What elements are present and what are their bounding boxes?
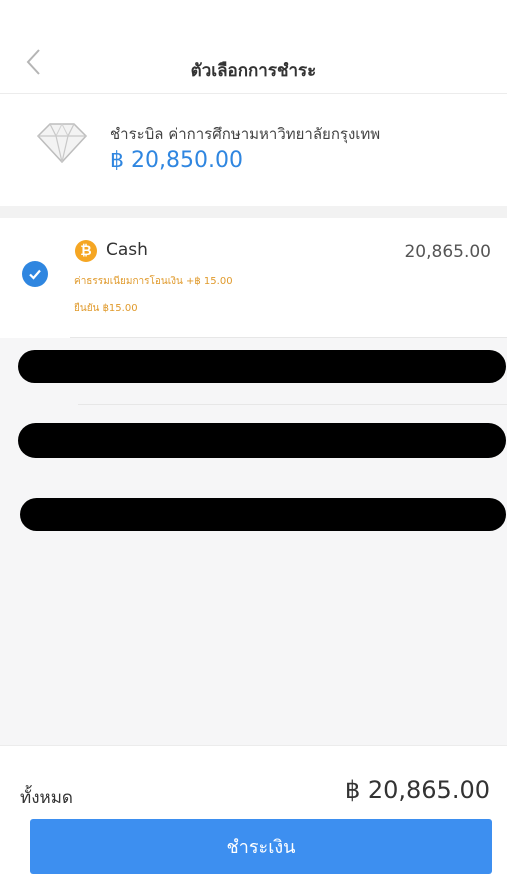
payment-method-name: Cash	[106, 240, 148, 260]
divider	[70, 337, 507, 338]
total-amount: ฿ 20,865.00	[344, 776, 490, 804]
checkout-bar: ทั้งหมด ฿ 20,865.00 ชำระเงิน	[0, 745, 507, 893]
section-gap	[0, 206, 507, 218]
bill-summary: ชำระบิล ค่าการศึกษามหาวิทยาลัยกรุงเทพ ฿ …	[0, 94, 507, 206]
coin-symbol: ₿	[80, 243, 92, 259]
top-bar: ตัวเลือกการชำระ	[0, 0, 507, 94]
bitcoin-coin-icon: ₿	[75, 240, 97, 262]
confirm-fee-text: ยืนยัน ฿15.00	[74, 303, 138, 314]
redacted-option-1	[18, 350, 506, 383]
payment-method-amount: 20,865.00	[404, 242, 491, 262]
page-title: ตัวเลือกการชำระ	[190, 61, 317, 81]
total-label: ทั้งหมด	[20, 788, 73, 808]
payment-option-cash[interactable]: ₿ Cash 20,865.00 ค่าธรรมเนียมการโอนเงิน …	[0, 218, 507, 338]
payment-options-list: ₿ Cash 20,865.00 ค่าธรรมเนียมการโอนเงิน …	[0, 218, 507, 745]
bill-amount: ฿ 20,850.00	[110, 148, 243, 173]
checkmark-icon[interactable]	[22, 261, 48, 287]
diamond-icon	[36, 122, 88, 164]
redacted-option-2	[18, 423, 506, 458]
pay-button[interactable]: ชำระเงิน	[30, 819, 492, 874]
fee-text: ค่าธรรมเนียมการโอนเงิน +฿ 15.00	[74, 276, 233, 287]
divider	[78, 404, 507, 405]
bill-description: ชำระบิล ค่าการศึกษามหาวิทยาลัยกรุงเทพ	[110, 125, 381, 143]
redacted-option-3	[20, 498, 506, 531]
